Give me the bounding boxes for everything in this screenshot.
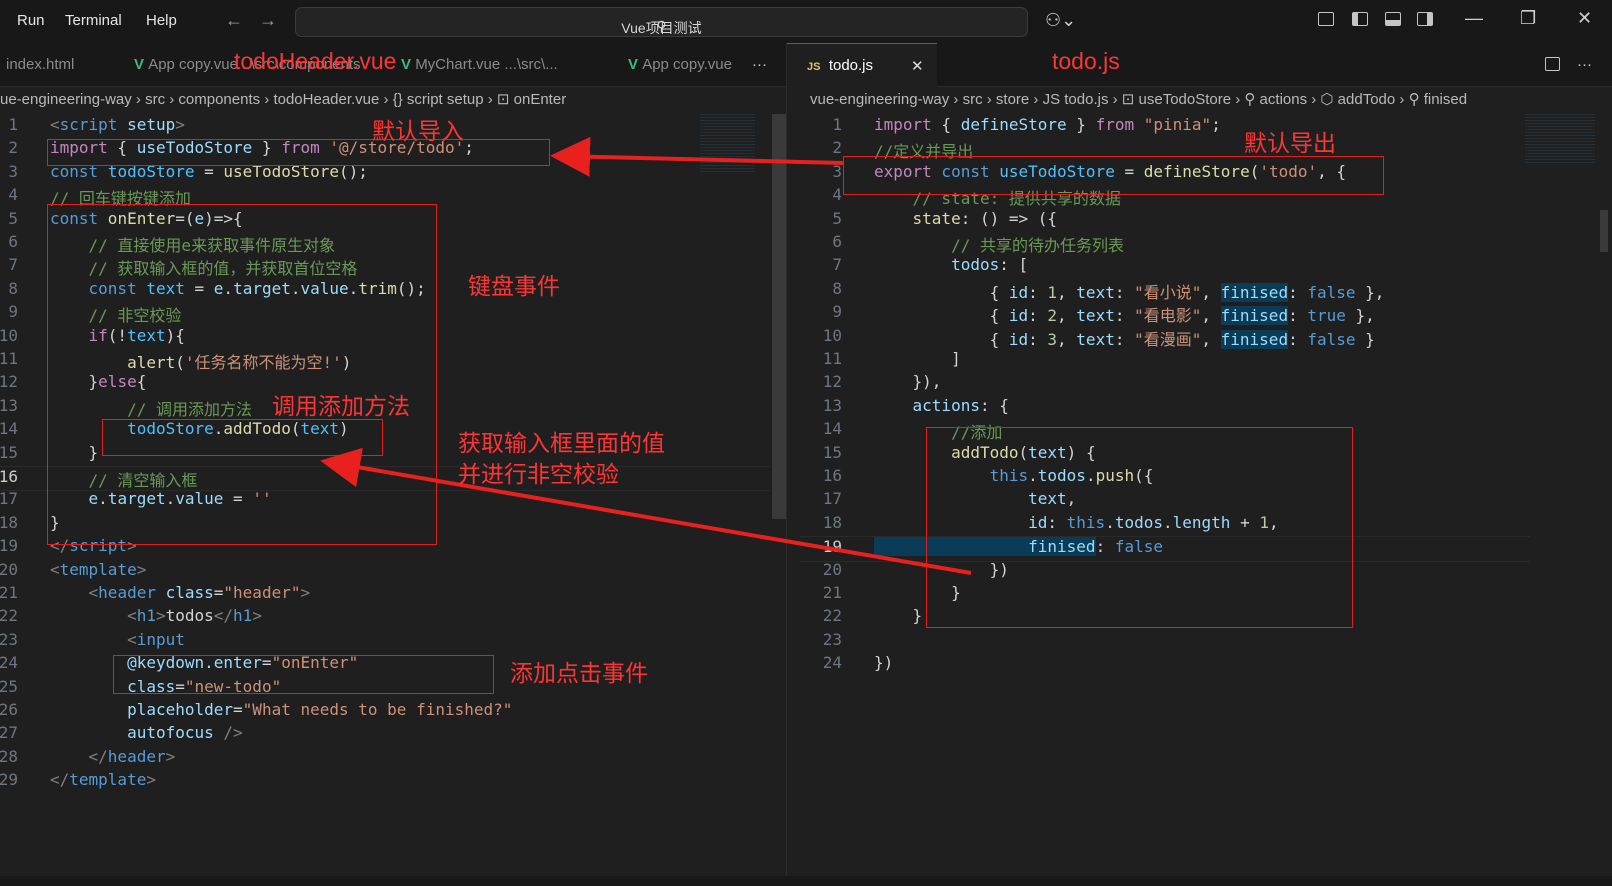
- annotation-default-export: 默认导出: [1244, 130, 1336, 156]
- annotation-default-import: 默认导入: [372, 118, 464, 144]
- annotation-call-add-method: 调用添加方法: [272, 393, 410, 419]
- action-to-call-arrow: [320, 447, 972, 575]
- annotation-todo-file: todo.js: [1052, 48, 1120, 74]
- annotation-header-file: todoHeader.vue: [234, 48, 397, 74]
- annotation-get-input-value: 获取输入框里面的值: [458, 430, 665, 456]
- annotation-arrows: [320, 136, 972, 575]
- annotation-add-click-event: 添加点击事件: [510, 660, 648, 686]
- status-bar: [0, 876, 1612, 886]
- annotation-validate-nonempty: 并进行非空校验: [458, 461, 619, 487]
- annotation-keyboard-event: 键盘事件: [468, 273, 560, 299]
- export-to-import-arrow: [550, 136, 844, 177]
